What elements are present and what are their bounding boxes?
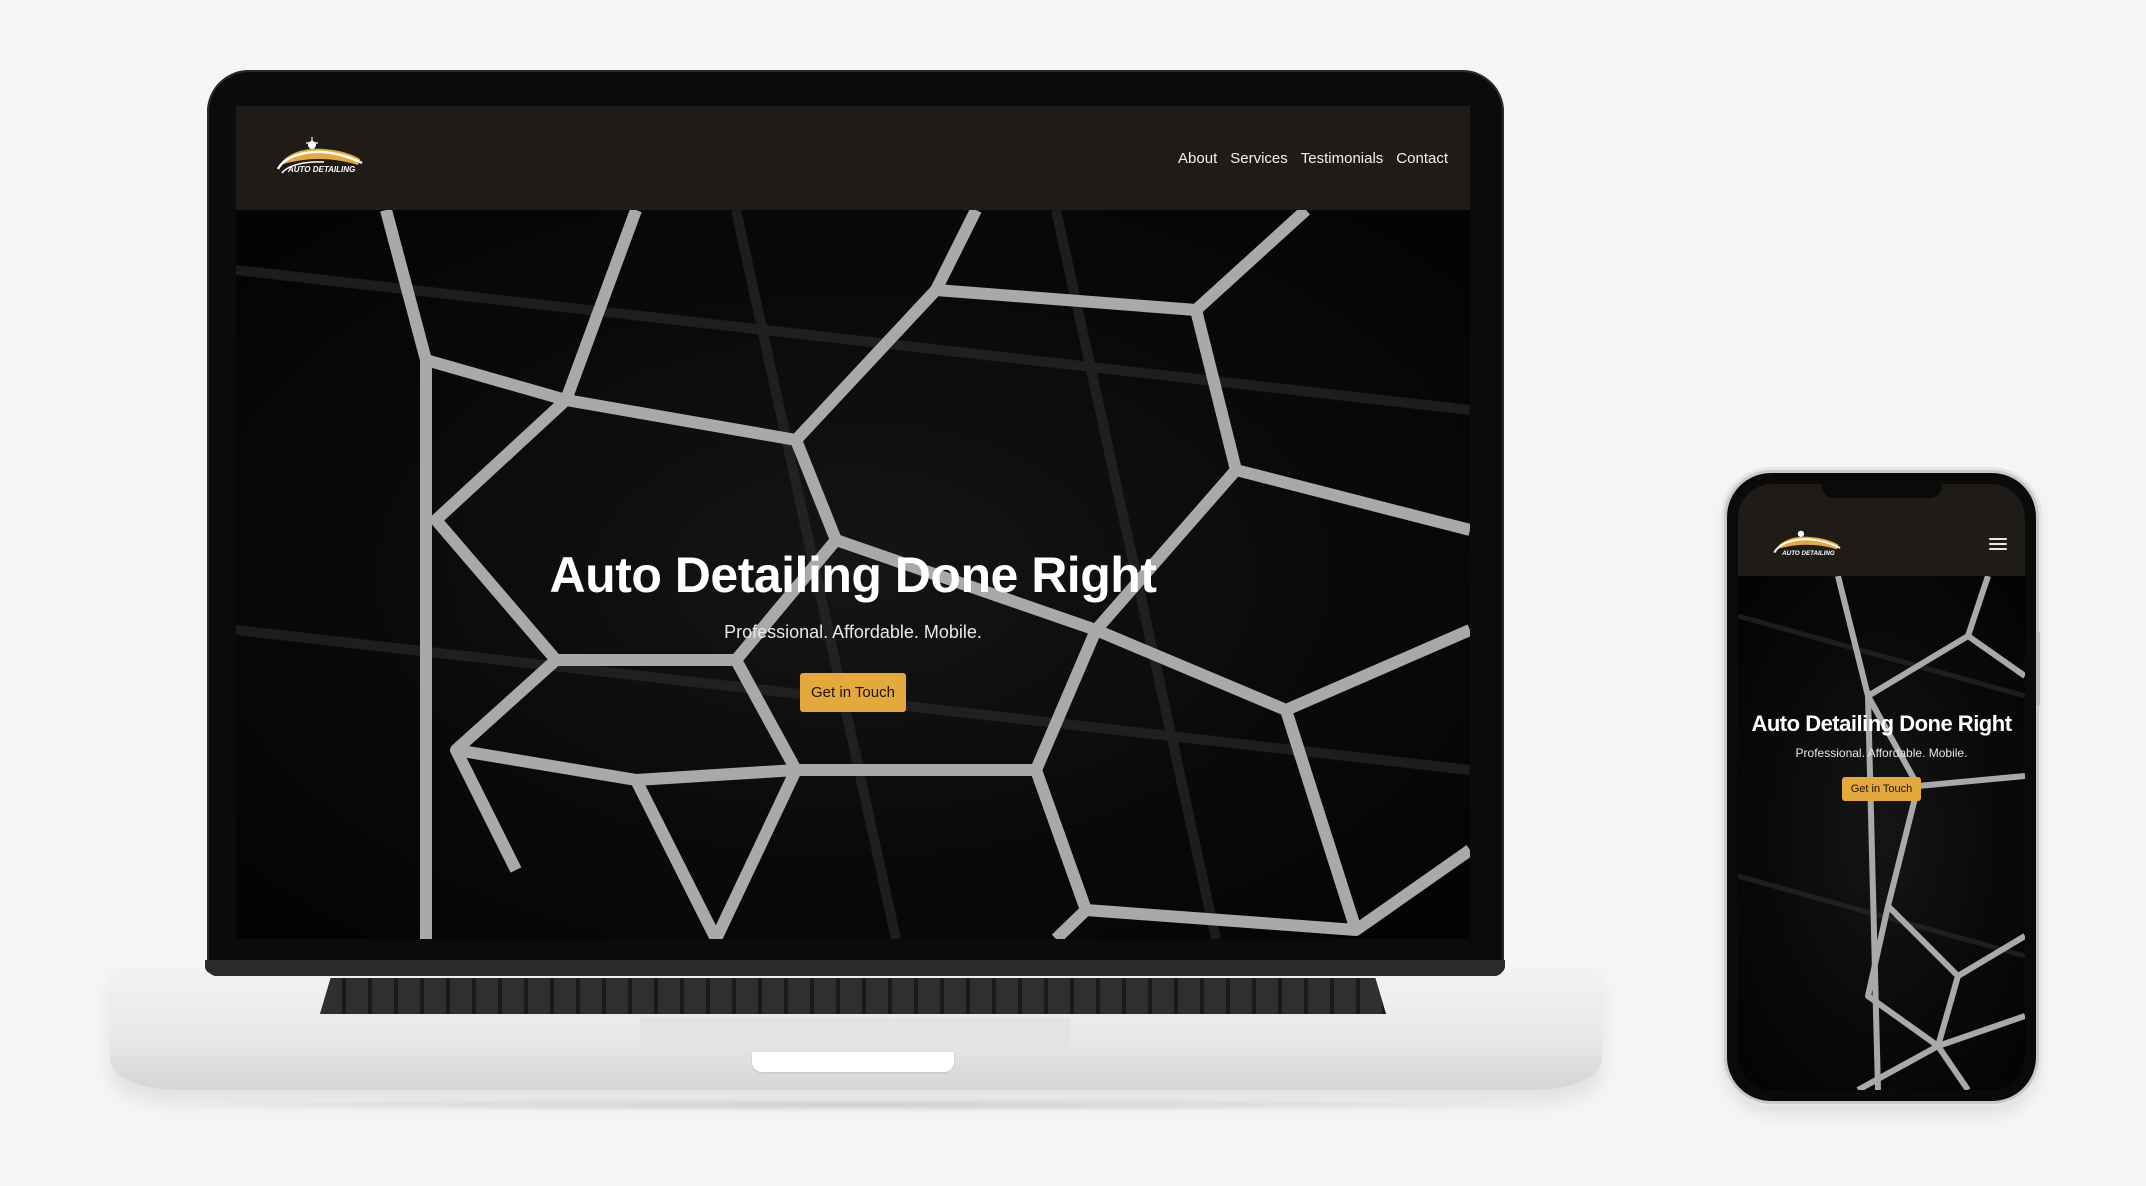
mobile-hero-title: Auto Detailing Done Right — [1751, 711, 2012, 736]
mobile-logo-text: AUTO DETAILING — [1781, 550, 1835, 557]
laptop-keyboard — [320, 978, 1386, 1014]
mockup-stage: AUTO DETAILING About Services Testimonia… — [0, 0, 2146, 1186]
phone-side-button — [2036, 632, 2040, 706]
mobile-site-logo[interactable]: AUTO DETAILING — [1772, 526, 1844, 562]
hamburger-line — [1989, 548, 2007, 550]
hero-content: Auto Detailing Done Right Professional. … — [236, 546, 1470, 712]
logo-text: AUTO DETAILING — [287, 165, 355, 174]
laptop-trackpad — [640, 1018, 1070, 1048]
mobile-hero-subtitle: Professional. Affordable. Mobile. — [1795, 746, 1968, 760]
car-logo-icon: AUTO DETAILING — [1773, 530, 1841, 557]
nav-about[interactable]: About — [1178, 150, 1217, 167]
laptop-hinge — [205, 960, 1505, 974]
website-mobile: AUTO DETAILING Auto Detailing Done Right… — [1738, 484, 2025, 1090]
mobile-get-in-touch-button[interactable]: Get in Touch — [1841, 777, 1922, 801]
hero-subtitle: Professional. Affordable. Mobile. — [724, 622, 982, 642]
site-logo[interactable]: AUTO DETAILING — [276, 135, 366, 181]
mobile-hero-overlay — [1738, 576, 2025, 1090]
laptop-shadow — [130, 1098, 1580, 1112]
nav-testimonials[interactable]: Testimonials — [1301, 150, 1384, 167]
get-in-touch-button[interactable]: Get in Touch — [800, 673, 906, 712]
phone-screen: AUTO DETAILING Auto Detailing Done Right… — [1738, 484, 2025, 1090]
site-header: AUTO DETAILING About Services Testimonia… — [236, 106, 1470, 210]
mobile-hero-section — [1738, 576, 2025, 1090]
nav-services[interactable]: Services — [1230, 150, 1288, 167]
site-nav-links: About Services Testimonials Contact — [1165, 150, 1448, 167]
mobile-hero-content: Auto Detailing Done Right Professional. … — [1738, 710, 2025, 801]
phone-notch — [1822, 484, 1942, 498]
hamburger-line — [1989, 538, 2007, 540]
website-desktop: AUTO DETAILING About Services Testimonia… — [236, 106, 1470, 939]
hamburger-menu-icon[interactable] — [1989, 538, 2007, 550]
laptop-screen: AUTO DETAILING About Services Testimonia… — [236, 106, 1470, 939]
hero-title: Auto Detailing Done Right — [549, 547, 1157, 603]
nav-contact[interactable]: Contact — [1396, 150, 1448, 167]
laptop-opening-notch — [752, 1052, 954, 1072]
hamburger-line — [1989, 543, 2007, 545]
car-logo-icon: AUTO DETAILING — [276, 137, 363, 174]
